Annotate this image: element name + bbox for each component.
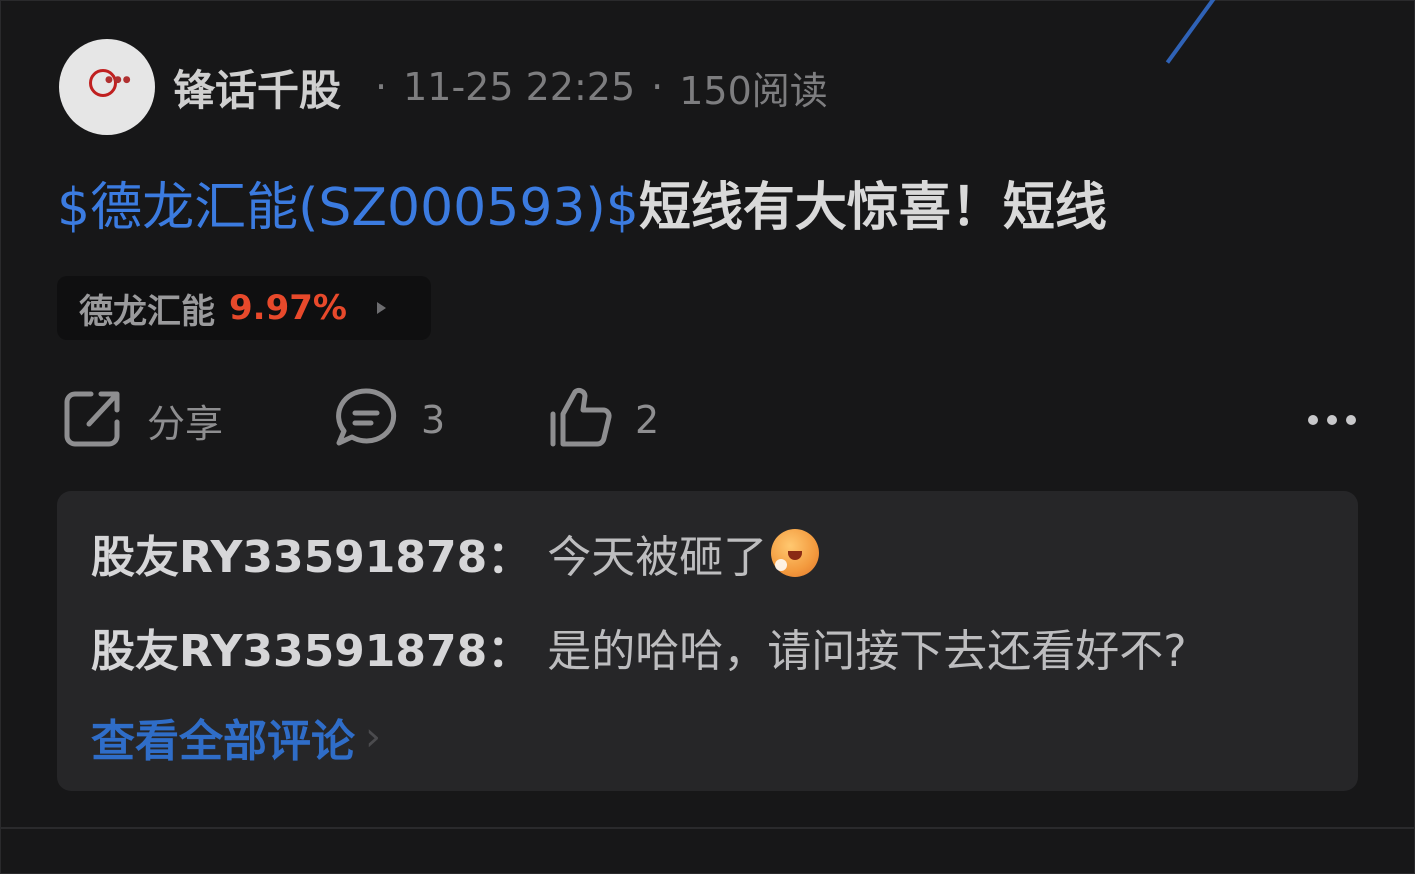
post-card: ●●● 锋话千股 · 11-25 22:25 · 150阅读 $德龙汇能(SZ0… [0, 0, 1415, 874]
comment-icon [333, 385, 399, 455]
meta-separator: · [375, 65, 388, 109]
comment-preview: 股友RY33591878： 今天被砸了 股友RY33591878： 是的哈哈，请问接… [57, 491, 1358, 791]
post-meta: · 11-25 22:25 · 150阅读 [359, 60, 828, 115]
author-name[interactable]: 锋话千股 [173, 57, 341, 118]
post-text: 短线有大惊喜！短线 [638, 178, 1107, 238]
annotation-stroke [1165, 0, 1218, 64]
comment-colon: ： [487, 532, 532, 583]
comment-text: 是的哈哈，请问接下去还看好不? [547, 626, 1187, 677]
view-all-label: 查看全部评论 [91, 716, 355, 767]
stock-link[interactable]: $德龙汇能(SZ000593)$ [57, 178, 639, 238]
comment-item[interactable]: 股友RY33591878： 是的哈哈，请问接下去还看好不? [91, 615, 1187, 679]
action-bar: 分享 3 2 [61, 385, 1356, 455]
play-arrow-icon [376, 302, 386, 314]
comment-text: 今天被砸了 [547, 532, 768, 583]
stock-name: 德龙汇能 [79, 291, 215, 332]
more-dot [1346, 415, 1356, 425]
share-label: 分享 [147, 401, 224, 446]
avatar[interactable]: ●●● [59, 39, 155, 135]
thumbs-up-icon [549, 386, 613, 454]
meta-separator: · [651, 65, 664, 109]
stock-change-pct: 9.97% [229, 288, 347, 328]
stock-quote-chip[interactable]: 德龙汇能 9.97% [57, 276, 431, 340]
view-all-comments-link[interactable]: 查看全部评论 › [91, 705, 381, 769]
hot-face-emoji-icon [771, 529, 820, 577]
share-icon [61, 386, 125, 454]
more-dot [1327, 415, 1337, 425]
post-body[interactable]: $德龙汇能(SZ000593)$短线有大惊喜！短线 [57, 173, 1107, 243]
comment-item[interactable]: 股友RY33591878： 今天被砸了 [91, 521, 820, 585]
like-count: 2 [635, 398, 660, 442]
more-icon[interactable] [1308, 385, 1356, 455]
chevron-right-icon: › [365, 714, 381, 760]
comment-user[interactable]: 股友RY33591878 [91, 521, 487, 585]
like-button[interactable]: 2 [549, 385, 659, 455]
divider [1, 827, 1415, 829]
post-timestamp: 11-25 22:25 [403, 65, 636, 109]
read-count: 150阅读 [679, 68, 828, 113]
share-button[interactable]: 分享 [61, 385, 223, 455]
comment-user[interactable]: 股友RY33591878 [91, 615, 487, 679]
post-header: ●●● 锋话千股 · 11-25 22:25 · 150阅读 [59, 39, 828, 135]
comment-count: 3 [421, 398, 446, 442]
comment-colon: ： [487, 626, 532, 677]
avatar-logo-mark: ●●● [105, 75, 132, 85]
more-dot [1308, 415, 1318, 425]
comment-button[interactable]: 3 [333, 385, 445, 455]
